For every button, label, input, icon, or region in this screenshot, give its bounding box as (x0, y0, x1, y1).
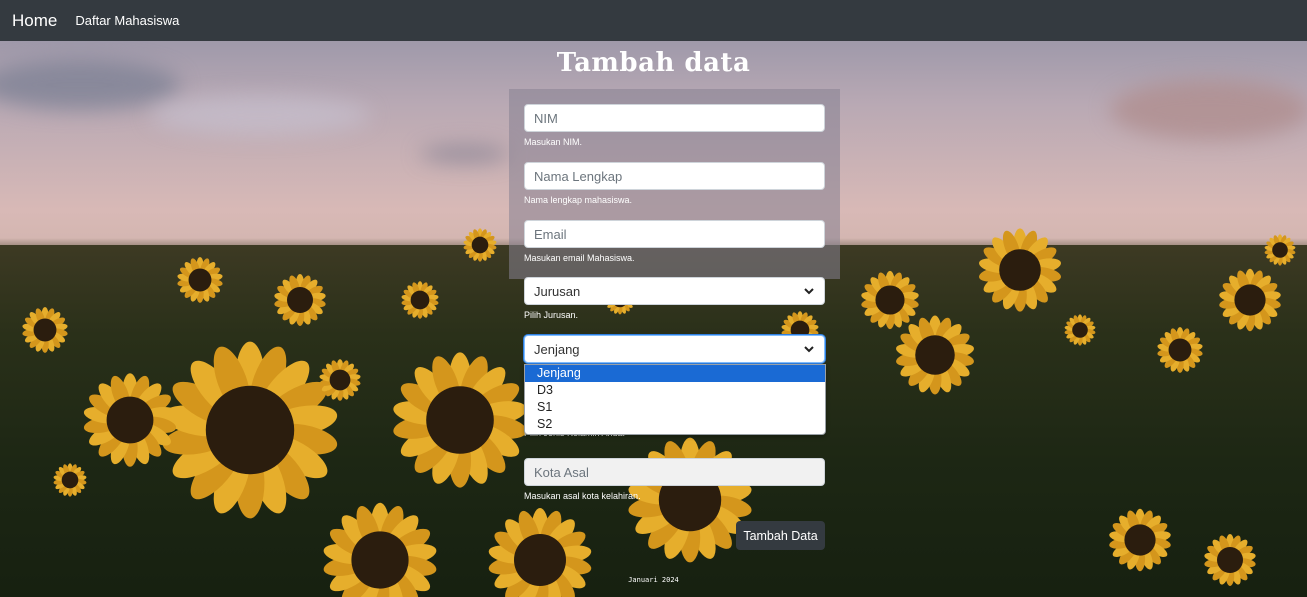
chevron-down-icon (804, 346, 814, 353)
nim-placeholder: NIM (534, 110, 558, 126)
jurusan-selected-value: Jurusan (534, 283, 581, 299)
sunflower (274, 274, 326, 326)
kota-placeholder: Kota Asal (534, 464, 589, 480)
nim-group: NIM Masukan NIM. (524, 104, 825, 147)
page-title: Tambah data (556, 48, 751, 78)
sunflower (896, 315, 974, 395)
tambah-data-button[interactable]: Tambah Data (736, 521, 825, 550)
sunflower (1109, 508, 1171, 572)
sunflower (393, 352, 527, 488)
jurusan-help: Pilih Jurusan. (524, 310, 579, 320)
sunflower (53, 463, 87, 497)
nim-help: Masukan NIM. (524, 137, 583, 147)
jenjang-option[interactable]: S2 (525, 416, 825, 433)
sunflower (1219, 268, 1281, 332)
jenjang-option[interactable]: D3 (525, 382, 825, 399)
nama-placeholder: Nama Lengkap (534, 168, 623, 184)
sunflower (177, 257, 223, 303)
nama-help: Nama lengkap mahasiswa. (524, 195, 633, 205)
email-group: Email Masukan email Mahasiswa. (524, 220, 825, 263)
sunflower (83, 373, 177, 467)
kota-help: Masukan asal kota kelahiran. (524, 491, 641, 501)
jenjang-select[interactable]: Jenjang (524, 335, 825, 363)
jurusan-group: Jurusan Pilih Jurusan. (524, 277, 825, 320)
email-input[interactable]: Email (524, 220, 825, 248)
sunflower (162, 341, 338, 519)
navbar: Home Daftar Mahasiswa (0, 0, 1307, 41)
kota-group: Kota Asal Masukan asal kota kelahiran. (524, 458, 825, 501)
nim-input[interactable]: NIM (524, 104, 825, 132)
footer-text: Januari 2024 (628, 576, 679, 584)
sunflower (1157, 327, 1203, 373)
sunflower (1264, 234, 1296, 266)
jurusan-select[interactable]: Jurusan (524, 277, 825, 305)
jenjang-option[interactable]: Jenjang (525, 365, 825, 382)
sunflower (978, 228, 1062, 312)
nav-home-link[interactable]: Home (12, 11, 57, 31)
email-placeholder: Email (534, 226, 567, 242)
email-help: Masukan email Mahasiswa. (524, 253, 635, 263)
sunflower (401, 281, 439, 319)
jenjang-dropdown-list: Jenjang D3 S1 S2 (524, 364, 826, 435)
nama-group: Nama Lengkap Nama lengkap mahasiswa. (524, 162, 825, 205)
jenjang-option[interactable]: S1 (525, 399, 825, 416)
jenjang-selected-value: Jenjang (534, 341, 580, 357)
chevron-down-icon (804, 288, 814, 295)
sunflower (463, 228, 497, 262)
nav-daftar-mahasiswa-link[interactable]: Daftar Mahasiswa (75, 13, 179, 28)
jenjang-group: Jenjang (524, 335, 825, 363)
sunflower (1064, 314, 1096, 346)
sunflower (22, 307, 68, 353)
kota-input[interactable]: Kota Asal (524, 458, 825, 486)
nama-input[interactable]: Nama Lengkap (524, 162, 825, 190)
sunflower (861, 270, 919, 330)
